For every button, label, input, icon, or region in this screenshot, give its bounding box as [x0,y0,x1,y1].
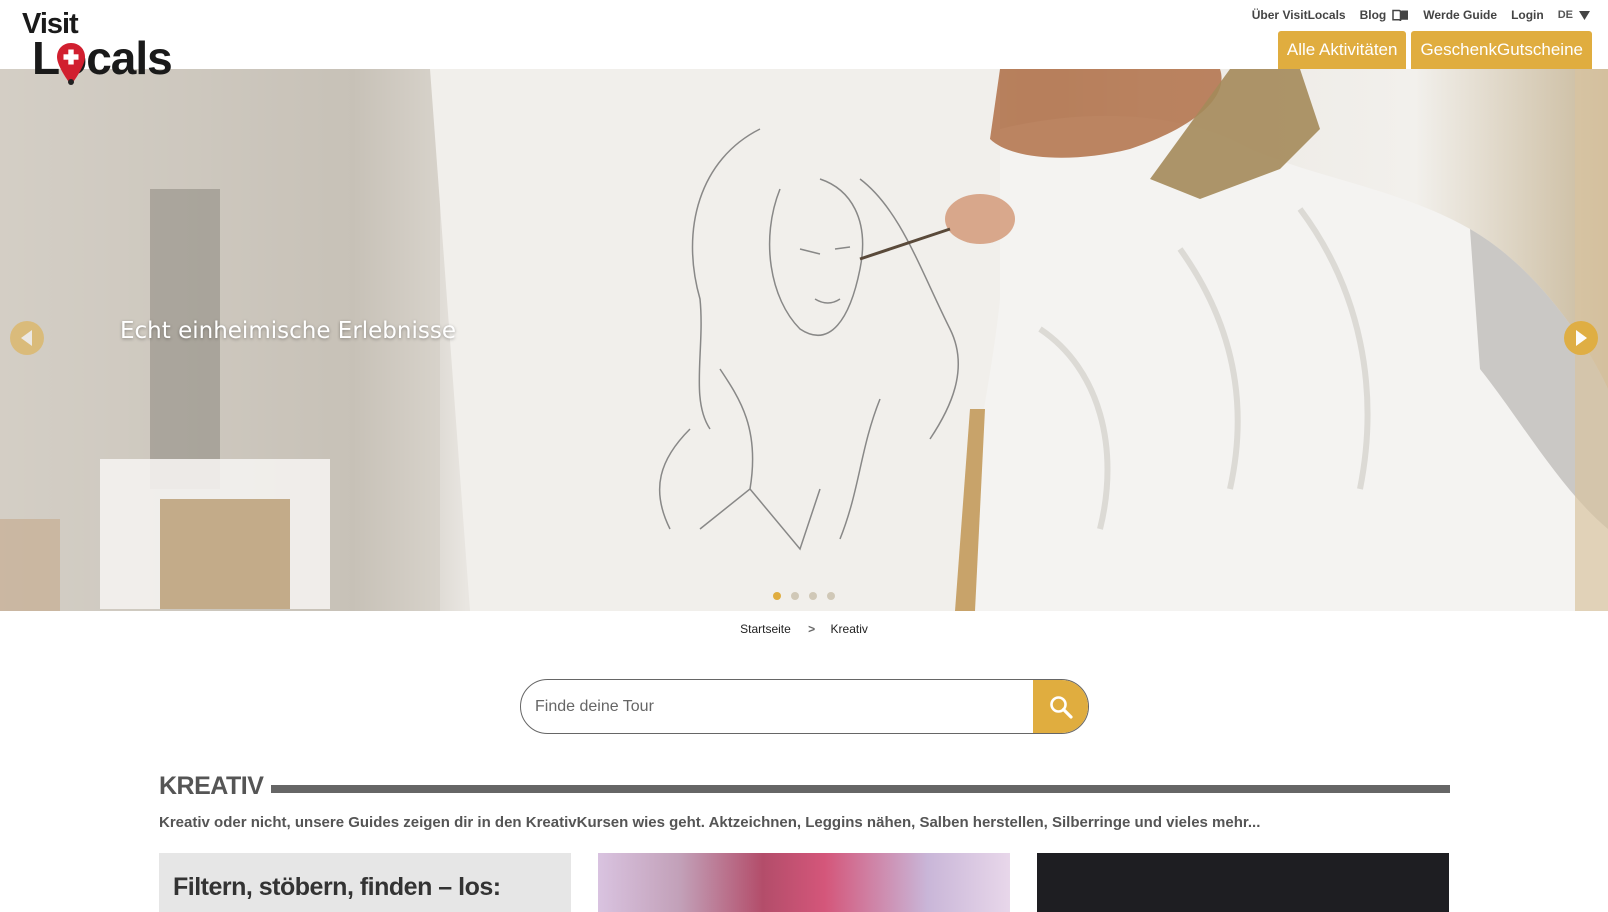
visitlocals-logo[interactable]: Visit Locals [20,8,173,88]
header-buttons: Alle Aktivitäten GeschenkGutscheine [1277,31,1592,69]
nav-blog-label: Blog [1359,8,1387,22]
gift-vouchers-button[interactable]: GeschenkGutscheine [1411,31,1592,69]
slider-dot[interactable] [827,592,835,600]
activity-card-image[interactable] [1037,853,1449,912]
nav-become-guide-link[interactable]: Werde Guide [1423,8,1497,22]
slider-dot[interactable] [809,592,817,600]
arrow-left-icon [21,330,32,346]
hero-slider: Echt einheimische Erlebnisse [0,69,1608,611]
nav-blog-link[interactable]: Blog [1360,8,1410,22]
breadcrumb-current: Kreativ [830,622,868,636]
search-input[interactable] [521,680,1035,733]
nav-login-link[interactable]: Login [1511,8,1544,22]
slider-dot[interactable] [791,592,799,600]
language-selector[interactable]: DE [1558,9,1590,21]
map-pin-icon [57,43,85,85]
slider-next-button[interactable] [1564,321,1598,355]
slider-dot[interactable] [773,592,781,600]
search-icon [1049,695,1073,719]
language-label: DE [1557,9,1573,21]
book-icon [1392,9,1409,21]
section-title: KREATIV [159,772,264,800]
filter-card-title: Filtern, stöbern, finden – los: [173,873,501,901]
breadcrumb-home-link[interactable]: Startseite [740,622,791,636]
nav-about-link[interactable]: Über VisitLocals [1252,8,1346,22]
chevron-down-icon [1579,10,1590,20]
slider-prev-button[interactable] [10,321,44,355]
all-activities-button[interactable]: Alle Aktivitäten [1277,31,1407,69]
section-divider [271,785,1450,793]
filter-card[interactable]: Filtern, stöbern, finden – los: [159,853,571,912]
logo-locals-text: Locals [32,32,173,84]
activity-card-image[interactable] [598,853,1010,912]
breadcrumb-separator: > [808,622,816,636]
breadcrumb: Startseite > Kreativ [0,622,1608,636]
arrow-right-icon [1576,330,1587,346]
hero-caption: Echt einheimische Erlebnisse [120,318,456,344]
site-header: Visit Locals Über VisitLocals Blog Werde… [0,0,1608,85]
tour-search [520,679,1089,734]
top-navigation: Über VisitLocals Blog Werde Guide Login … [1252,8,1590,22]
slider-dots [773,592,835,600]
search-button[interactable] [1033,680,1088,733]
section-description: Kreativ oder nicht, unsere Guides zeigen… [159,814,1261,831]
